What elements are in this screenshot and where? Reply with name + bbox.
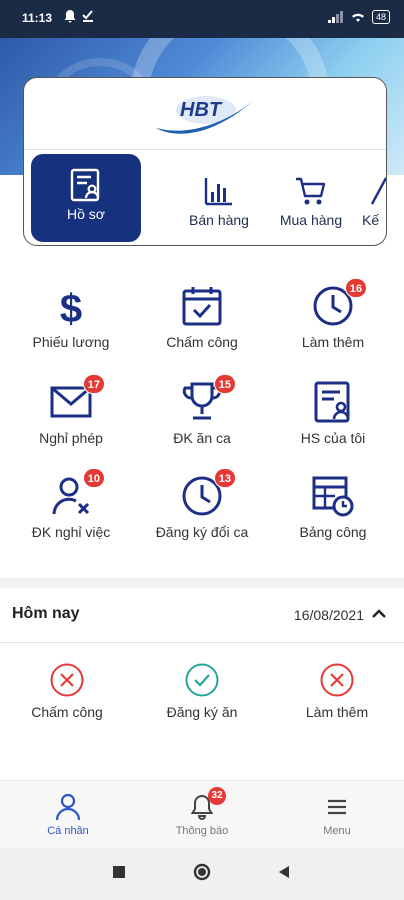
dollar-icon: $ [60,287,82,331]
status-time: 11:13 [22,11,53,25]
grid-item-dk-an-ca[interactable]: 15 ĐK ăn ca [137,374,267,446]
today-status-lam-them[interactable]: Làm thêm [272,662,402,720]
grid-item-cham-cong[interactable]: Chấm công [137,284,267,350]
back-icon[interactable] [277,865,291,879]
wifi-icon [351,13,364,22]
logo-text: HBT [180,99,223,121]
tab-label: Bán hàng [189,212,249,228]
tab-ke-toan[interactable]: Kế [354,154,386,242]
grid-item-nghi-phep[interactable]: 17 Nghỉ phép [6,374,136,446]
section-separator [0,578,404,588]
check-circle-icon [185,663,219,697]
nav-label: Thông báo [175,825,229,837]
table-clock-icon [312,476,354,517]
grid-label: ĐK nghỉ việc [31,524,111,540]
cart-icon [296,177,326,205]
bar-chart-icon [204,178,232,206]
today-date: 16/08/2021 [293,607,364,623]
grid-label: ĐK ăn ca [173,430,231,446]
svg-text:$: $ [60,287,82,328]
bottom-nav: Cá nhân 32 Thông báo Menu [0,780,404,848]
status-bar: 11:13 48 [0,0,404,38]
today-header[interactable]: Hôm nay 16/08/2021 [0,593,404,635]
tab-label: Mua hàng [279,212,343,228]
menu-icon [328,799,346,815]
grid-label: Đăng ký đổi ca [155,524,249,540]
nav-ca-nhan[interactable]: Cá nhân [18,793,118,837]
grid-label: Bảng công [299,524,367,540]
company-logo: HBT [152,84,262,142]
status-label: Làm thêm [305,704,369,720]
today-status-dang-ky-an[interactable]: Đăng ký ăn [137,662,267,720]
today-title: Hôm nay [12,605,80,622]
grid-item-bang-cong[interactable]: Bảng công [268,474,398,540]
grid-item-lam-them[interactable]: 16 Làm thêm [268,278,398,350]
tab-ho-so[interactable]: Hồ sơ [31,154,141,242]
grid-label: Nghỉ phép [39,430,103,446]
badge-count: 16 [344,278,367,298]
tab-mua-hang[interactable]: Mua hàng [256,154,366,242]
profile-doc-icon [70,168,100,202]
grid-label: HS của tôi [300,430,366,446]
grid-item-hs-cua-toi[interactable]: HS của tôi [268,380,398,446]
notification-badge: 32 [208,787,226,805]
bell-notification-icon [64,10,76,23]
badge-count: 10 [82,468,105,488]
module-tabs: Hồ sơ Bán hàng Mua hàng Kế [24,154,386,242]
chevron-up-icon[interactable] [370,605,388,623]
status-label: Đăng ký ăn [166,704,238,720]
error-circle-icon [50,663,84,697]
recent-apps-icon[interactable] [112,865,126,879]
profile-doc-icon [314,381,350,423]
system-nav-bar [0,848,404,900]
tab-label: Kế [362,212,380,228]
home-icon[interactable] [193,863,211,881]
grid-label: Phiếu lương [32,334,110,350]
accounting-icon [370,177,386,205]
grid-item-dang-ky-doi-ca[interactable]: 13 Đăng ký đổi ca [137,468,267,540]
tab-label: Hồ sơ [67,206,105,222]
nav-label: Menu [323,825,351,837]
nav-label: Cá nhân [47,825,89,837]
status-label: Chấm công [31,704,103,720]
grid-item-phieu-luong[interactable]: $ Phiếu lương [6,284,136,350]
nav-thong-bao[interactable]: 32 Thông báo [152,787,252,837]
badge-count: 15 [213,374,236,394]
grid-label: Chấm công [166,334,238,350]
badge-count: 13 [213,468,236,488]
signal-icon [327,11,343,23]
calendar-check-icon [182,287,222,326]
error-circle-icon [320,663,354,697]
nav-menu[interactable]: Menu [287,793,387,837]
download-done-icon [82,10,93,22]
module-card: HBT Hồ sơ Bán hàng Mua hàng Kế [23,77,387,246]
battery-level: 48 [371,10,390,24]
grid-item-dk-nghi-viec[interactable]: 10 ĐK nghỉ việc [6,468,136,540]
today-status-cham-cong[interactable]: Chấm công [2,662,132,720]
person-icon [55,793,81,821]
grid-label: Làm thêm [301,334,365,350]
badge-count: 17 [82,374,105,394]
